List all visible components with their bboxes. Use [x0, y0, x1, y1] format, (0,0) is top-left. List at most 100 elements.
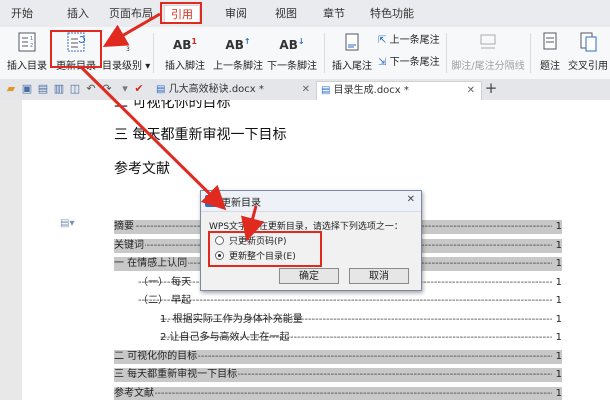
redo-icon[interactable]: ↷ — [100, 82, 114, 96]
next-endnote-icon: ⇲ — [378, 57, 387, 68]
toc-entry[interactable]: ----------------------------------------… — [114, 387, 562, 400]
close-icon[interactable]: ✕ — [467, 82, 475, 100]
word-doc-icon: ▤ — [156, 84, 166, 95]
insert-toc-icon: 1 2 — [18, 32, 36, 52]
toc-entry[interactable]: ----------------------------------------… — [138, 294, 562, 308]
prev-footnote-icon: AB↑ — [225, 37, 251, 52]
toc-level-text: 目录级别 — [102, 61, 142, 72]
toc-entry[interactable]: ----------------------------------------… — [114, 368, 562, 382]
toc-entry[interactable]: ----------------------------------------… — [160, 313, 562, 327]
toc-level-dropdown[interactable]: 1 2 3 目录级别 ▾ — [102, 31, 151, 72]
tab-insert[interactable]: 插入 — [62, 5, 94, 23]
ok-button[interactable]: 确定 — [279, 268, 339, 284]
toc-page-number: 1 — [555, 314, 562, 325]
highlight-box-update-toc — [50, 30, 102, 68]
toc-entry-text: 三 每天都重新审视一下目标 — [114, 369, 239, 380]
heading-partial: 二 可视化你的目标 — [114, 100, 231, 111]
document-tab-1[interactable]: ▤ 几大高效秘诀.docx * ✕ — [152, 81, 316, 99]
cross-reference-button[interactable]: 交叉引用 — [568, 31, 608, 72]
toc-page-number: 1 — [555, 240, 562, 251]
separator-icon — [480, 34, 496, 49]
next-footnote-icon: AB↓ — [279, 37, 305, 52]
tab-page-layout[interactable]: 页面布局 — [108, 5, 154, 23]
toc-entry-text: （二） 早起 — [138, 295, 192, 306]
toc-page-number: 1 — [555, 351, 562, 362]
toc-entry-text: （一） 每天 — [138, 277, 192, 288]
footnote-icon: AB1 — [172, 37, 197, 52]
wps-logo-icon: W — [205, 195, 217, 207]
next-endnote-label: 下一条尾注 — [389, 57, 440, 68]
footnote-separator-button[interactable]: 脚注/尾注分隔线 — [450, 31, 526, 72]
svg-text:1: 1 — [30, 36, 33, 42]
menu-bar: 开始 插入 页面布局 引用 审阅 视图 章节 特色功能 — [0, 0, 610, 28]
tab-view[interactable]: 视图 — [270, 5, 302, 23]
toc-leader-dots: ----------------------------------------… — [114, 388, 552, 399]
toc-entry-text: 参考文献 — [114, 388, 155, 399]
heading-references: 参考文献 — [114, 161, 170, 177]
chevron-down-icon: ▾ — [145, 61, 151, 72]
insert-toc-button[interactable]: 1 2 插入目录 — [4, 31, 50, 72]
highlight-box-options — [208, 231, 322, 267]
insert-endnote-label: 插入尾注 — [332, 61, 372, 72]
dialog-titlebar: W 更新目录 ✕ — [201, 191, 421, 212]
document-tab-strip: ▰ ▣ ▤ ▥ ◫ ↶ ↷ ▾ ✔ ▤ 几大高效秘诀.docx * ✕ ▤ 目录… — [0, 79, 610, 101]
cancel-button[interactable]: 取消 — [349, 268, 409, 284]
toc-entry-text: 一 在情感上认同 — [114, 258, 189, 269]
toc-entry[interactable]: ----------------------------------------… — [114, 350, 562, 364]
caption-button[interactable]: 题注 — [534, 31, 566, 72]
endnote-icon — [345, 33, 359, 51]
customize-chevron-icon[interactable]: ▾ — [118, 82, 132, 96]
prev-endnote-label: 上一条尾注 — [389, 35, 440, 46]
tab-review[interactable]: 审阅 — [220, 5, 252, 23]
toc-entry[interactable]: ----------------------------------------… — [160, 331, 562, 345]
toc-page-number: 1 — [555, 258, 562, 269]
word-doc-icon: ▤ — [321, 85, 331, 96]
prev-endnote-icon: ⇱ — [378, 35, 387, 46]
close-icon[interactable]: ✕ — [302, 81, 310, 99]
tab-home[interactable]: 开始 — [6, 5, 38, 23]
svg-text:2: 2 — [30, 43, 33, 49]
tab-special-features[interactable]: 特色功能 — [364, 5, 420, 23]
cross-reference-icon — [580, 32, 597, 52]
tab-chapter[interactable]: 章节 — [318, 5, 350, 23]
undo-icon[interactable]: ↶ — [84, 82, 98, 96]
ribbon-separator — [153, 33, 154, 73]
insert-endnote-button[interactable]: 插入尾注 — [330, 31, 374, 72]
toc-page-number: 1 — [555, 221, 562, 232]
print-preview-icon[interactable]: ◫ — [68, 82, 82, 96]
svg-text:3: 3 — [126, 46, 130, 53]
dialog-title: 更新目录 — [221, 198, 261, 209]
format-brush-icon[interactable]: ✔ — [132, 82, 146, 96]
document-tab-1-title: 几大高效秘诀.docx * — [168, 84, 264, 95]
paragraph-marker-icon: ▤▾ — [60, 218, 75, 229]
prev-footnote-button[interactable]: AB↑ 上一条脚注 — [212, 31, 264, 72]
insert-footnote-button[interactable]: AB1 插入脚注 — [160, 31, 210, 72]
next-footnote-label: 下一条脚注 — [267, 61, 317, 72]
toc-entry-text: 二 可视化你的目标 — [114, 351, 199, 362]
prev-footnote-label: 上一条脚注 — [213, 61, 263, 72]
document-tab-2[interactable]: ▤ 目录生成.docx * ✕ — [316, 81, 482, 100]
dialog-close-icon[interactable]: ✕ — [407, 194, 415, 205]
next-footnote-button[interactable]: AB↓ 下一条脚注 — [266, 31, 318, 72]
print-icon[interactable]: ▥ — [52, 82, 66, 96]
caption-icon — [543, 32, 557, 50]
toc-entry-text: 摘要 — [114, 221, 135, 232]
toc-page-number: 1 — [555, 369, 562, 380]
next-endnote-button[interactable]: ⇲ 下一条尾注 — [378, 53, 440, 68]
export-pdf-icon[interactable]: ▤ — [36, 82, 50, 96]
toc-leader-dots: ----------------------------------------… — [138, 295, 552, 306]
prev-endnote-button[interactable]: ⇱ 上一条尾注 — [378, 31, 440, 46]
toc-page-number: 1 — [555, 277, 562, 288]
toc-entry-text: 1. 根据实际工作为身体补充能量 — [160, 314, 303, 325]
highlight-box-references-tab — [160, 2, 202, 24]
new-tab-plus-icon[interactable]: + — [484, 81, 498, 96]
toc-page-number: 1 — [555, 332, 562, 343]
toc-entry-text: 2.让自己多与高效人士在一起 — [160, 332, 290, 343]
insert-footnote-label: 插入脚注 — [165, 61, 205, 72]
toc-entry-text: 关键词 — [114, 240, 145, 251]
ribbon-separator — [324, 33, 325, 73]
open-folder-icon[interactable]: ▰ — [4, 82, 18, 96]
document-tab-2-title: 目录生成.docx * — [333, 85, 409, 96]
heading-review-goals: 三 每天都重新审视一下目标 — [114, 127, 287, 143]
save-icon[interactable]: ▣ — [20, 82, 34, 96]
